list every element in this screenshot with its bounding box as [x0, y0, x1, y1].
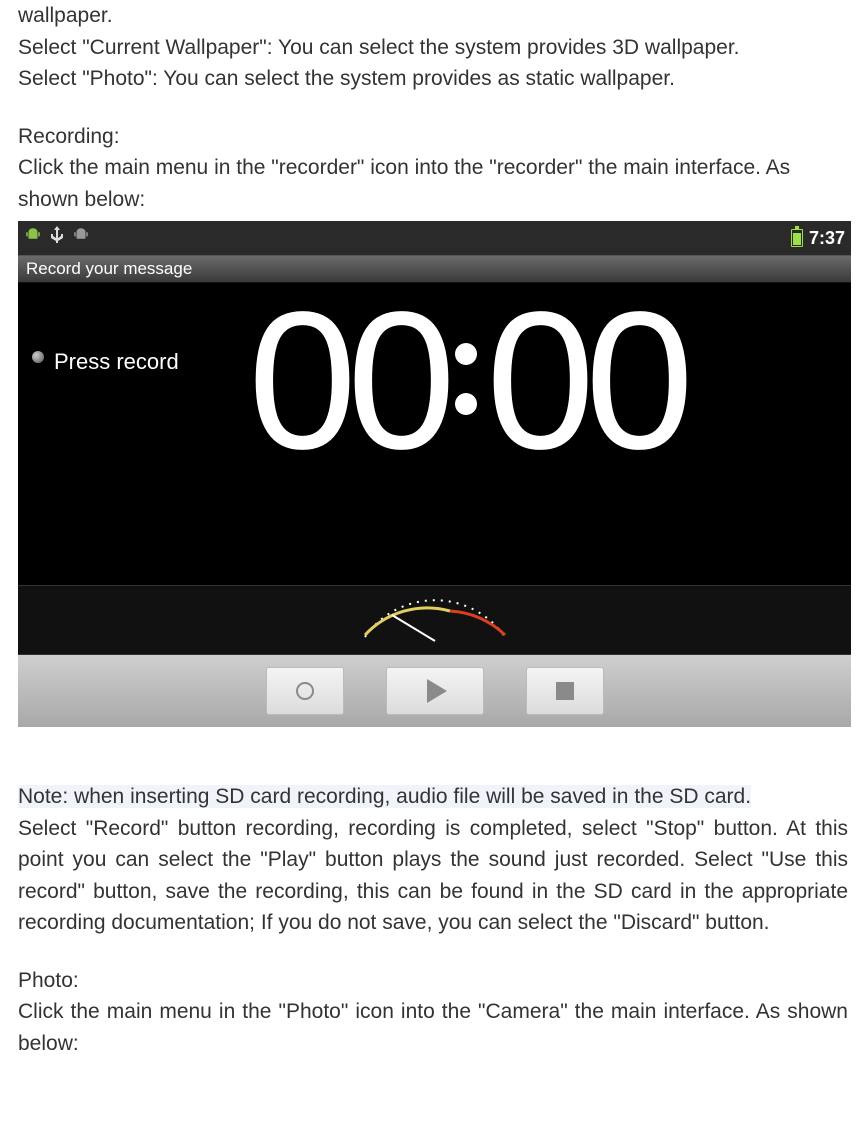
recorder-hint: Press record: [54, 345, 179, 378]
recording-heading: Recording:: [18, 121, 848, 153]
android-icon: [24, 222, 42, 254]
note-line: Note: when inserting SD card recording, …: [18, 781, 848, 813]
recorder-timer: 00 00: [248, 305, 684, 455]
timer-colon: [446, 305, 486, 455]
status-bar: 7:37: [18, 221, 851, 255]
recorder-screenshot: 7:37 Record your message Press record 00…: [18, 221, 851, 727]
recording-intro: Click the main menu in the "recorder" ic…: [18, 152, 848, 215]
text-wallpaper-tail: wallpaper.: [18, 0, 848, 32]
text-current-wallpaper: Select "Current Wallpaper": You can sele…: [18, 32, 848, 64]
record-icon: [296, 682, 314, 700]
usb-icon: [50, 222, 64, 254]
timer-minutes: 00: [248, 307, 446, 454]
record-instructions: Select "Record" button recording, record…: [18, 813, 848, 939]
debug-icon: [72, 222, 90, 254]
play-button[interactable]: [386, 667, 484, 715]
battery-icon: [791, 229, 803, 247]
recorder-toolbar: [18, 655, 851, 727]
photo-heading: Photo:: [18, 965, 848, 997]
recorder-title: Record your message: [26, 256, 192, 282]
vu-meter: [18, 585, 851, 655]
status-time: 7:37: [809, 225, 845, 252]
text-photo-wallpaper: Select "Photo": You can select the syste…: [18, 63, 848, 95]
record-button[interactable]: [266, 667, 344, 715]
play-icon: [427, 679, 447, 703]
stop-button[interactable]: [526, 667, 604, 715]
photo-intro: Click the main menu in the "Photo" icon …: [18, 996, 848, 1059]
stop-icon: [556, 682, 574, 700]
record-led-icon: [32, 351, 44, 363]
timer-seconds: 00: [486, 307, 684, 454]
